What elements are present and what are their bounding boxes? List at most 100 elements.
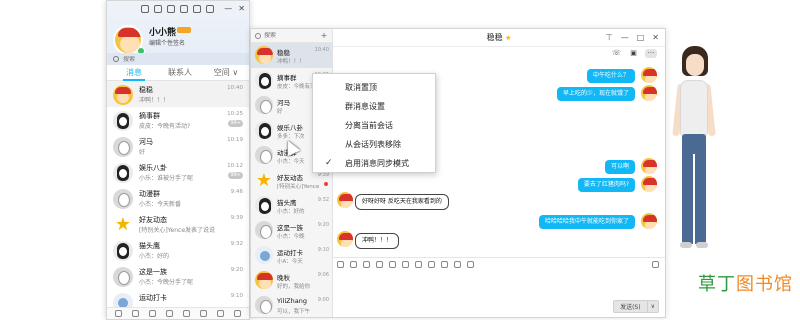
conversation-item[interactable]: 稳稳 冲鸭！！！ 10:40 <box>251 43 332 68</box>
contact-last-message: 冲鸭！！！ <box>139 97 170 104</box>
conversation-item[interactable]: 这是一族 小杰：今晚 9:20 <box>251 218 332 243</box>
tab-contacts[interactable]: 联系人 <box>157 65 203 81</box>
more-icon[interactable]: ··· <box>645 49 657 58</box>
add-icon[interactable]: + <box>320 32 328 40</box>
redpacket-icon[interactable] <box>454 260 461 268</box>
shake-icon[interactable] <box>428 260 435 268</box>
contact-item[interactable]: 稳稳 冲鸭！！！ 10:40 <box>107 81 249 107</box>
self-avatar[interactable] <box>641 85 657 101</box>
message-bubble[interactable]: 要去了红猪肉吗? <box>577 178 635 192</box>
conversation-item[interactable]: 晚秋 好的，我给你 9:06 <box>251 268 332 293</box>
contact-item[interactable]: 摘事群 皮皮：今晚有活动? 10:25 99+ <box>107 107 249 133</box>
search-bar[interactable] <box>107 53 249 65</box>
phone-icon[interactable]: ☏ <box>611 49 622 58</box>
folder-icon[interactable] <box>193 5 201 13</box>
message-bubble[interactable]: 可以啊 <box>604 160 635 174</box>
game-icon[interactable] <box>154 5 162 13</box>
contact-item[interactable]: 这是一族 小杰：今晚分手了呢 9:20 <box>107 263 249 289</box>
contact-name: 河马 <box>139 138 153 146</box>
mail-icon[interactable] <box>180 5 188 13</box>
character-shoe <box>680 242 692 248</box>
contact-icon[interactable] <box>149 310 156 317</box>
grid-icon[interactable] <box>200 310 207 317</box>
context-menu-item[interactable]: ✓ 启用消息同步模式 <box>313 154 435 173</box>
send-button[interactable]: 发送(S) <box>613 300 648 313</box>
folder-icon[interactable] <box>376 260 383 268</box>
context-menu-item[interactable]: 分离当前会话 <box>313 116 435 135</box>
contact-time: 10:40 <box>227 85 243 91</box>
input-toolbar <box>333 258 665 270</box>
message-bubble[interactable]: 中午吃什么？ <box>586 69 635 83</box>
self-avatar[interactable] <box>641 158 657 174</box>
conversation-last-message: 小A：今天 <box>277 259 303 265</box>
voice-icon[interactable] <box>415 260 422 268</box>
message-bubble[interactable]: 好呀好呀 反吃天在我家看到的 <box>355 194 449 210</box>
character-jeans <box>682 134 706 244</box>
context-menu-item[interactable]: 取消置顶 <box>313 78 435 97</box>
context-menu-item[interactable]: 从会话列表移除 <box>313 135 435 154</box>
conversation-item[interactable]: YiliZhang 可以，我下午 9:00 <box>251 293 332 317</box>
contact-item[interactable]: 娱乐八卦 小乐：谁被分手了呢 10:12 99+ <box>107 159 249 185</box>
chat-tools: ☏ ▣ ··· <box>611 49 657 58</box>
character-illustration <box>672 46 716 260</box>
self-avatar[interactable] <box>641 213 657 229</box>
minimize-icon[interactable]: — <box>621 33 629 42</box>
signature[interactable]: 编辑个性签名 <box>149 38 185 47</box>
self-avatar[interactable] <box>641 67 657 83</box>
contact-item[interactable]: 动漫群 小杰：今天新番 9:46 <box>107 185 249 211</box>
gift-icon[interactable] <box>402 260 409 268</box>
conversation-item[interactable]: 运动打卡 小A：今天 9:10 <box>251 243 332 268</box>
star-icon[interactable] <box>234 310 241 317</box>
video-icon[interactable]: ▣ <box>628 49 639 58</box>
user-name[interactable]: 小小熊 <box>149 25 176 38</box>
contact-item[interactable]: 猫头鹰 小杰：好的 9:32 <box>107 237 249 263</box>
close-icon[interactable]: ✕ <box>652 33 659 42</box>
conversation-last-message: 小杰：今晚 <box>277 234 305 240</box>
conversation-item[interactable]: 猫头鹰 小杰：好的 9:32 <box>251 193 332 218</box>
window-controls: — ✕ <box>224 4 245 13</box>
context-menu-label: 取消置顶 <box>345 83 377 92</box>
send-options-button[interactable]: ∨ <box>647 300 659 313</box>
close-icon[interactable]: ✕ <box>238 4 245 13</box>
message-bubble[interactable]: 冲鸭！！！ <box>355 233 400 249</box>
context-menu-item[interactable]: 群消息设置 <box>313 97 435 116</box>
contact-name: 这是一族 <box>139 268 167 276</box>
maximize-icon[interactable]: □ <box>637 33 645 42</box>
emoji-icon[interactable] <box>337 260 344 268</box>
more-icon[interactable] <box>467 260 474 268</box>
contact-name: 运动打卡 <box>139 294 167 302</box>
app-icon[interactable] <box>183 310 190 317</box>
tab-messages[interactable]: 消息 <box>111 65 157 81</box>
image-icon[interactable] <box>389 260 396 268</box>
check-icon: ✓ <box>325 158 333 168</box>
history-icon[interactable] <box>652 260 659 268</box>
vip-badge-icon[interactable] <box>177 27 191 33</box>
contact-list: 稳稳 冲鸭！！！ 10:40 摘事群 皮皮：今晚有活动? 10:25 99+ 河马好 10:19… <box>107 81 249 315</box>
minimize-icon[interactable]: — <box>224 4 232 13</box>
phone-icon[interactable] <box>132 310 139 317</box>
input-area[interactable]: 发送(S) ∨ <box>333 257 665 317</box>
message-bubble[interactable]: 早上吃的少，现在就饿了 <box>556 87 635 101</box>
music-icon[interactable] <box>441 260 448 268</box>
shirt-icon[interactable] <box>167 5 175 13</box>
menu-icon[interactable] <box>115 310 122 317</box>
mail-icon[interactable] <box>217 310 224 317</box>
folder-icon[interactable] <box>166 310 173 317</box>
contact-last-message: 小杰：好的 <box>139 253 170 260</box>
conversation-search-input[interactable] <box>264 32 320 39</box>
settings-icon[interactable] <box>206 5 214 13</box>
contact-item[interactable]: ★ 好友动态 [特别关心]Yence发表了说说 9:39 <box>107 211 249 237</box>
message-bubble[interactable]: 哈哈哈哈我中午就能吃到你家了 <box>538 215 635 229</box>
friend-avatar[interactable] <box>337 192 353 208</box>
contact-last-message: [特别关心]Yence发表了说说 <box>139 227 216 234</box>
tab-space[interactable]: 空间 ∨ <box>203 65 249 81</box>
gif-icon[interactable] <box>350 260 357 268</box>
contact-item[interactable]: 河马好 10:19 <box>107 133 249 159</box>
friend-avatar[interactable] <box>337 231 353 247</box>
skin-icon[interactable] <box>141 5 149 13</box>
scissors-icon[interactable] <box>363 260 370 268</box>
search-input[interactable] <box>123 55 223 63</box>
pin-icon[interactable]: ⊤ <box>606 33 613 42</box>
self-avatar[interactable] <box>641 176 657 192</box>
contact-time: 9:39 <box>230 215 243 221</box>
